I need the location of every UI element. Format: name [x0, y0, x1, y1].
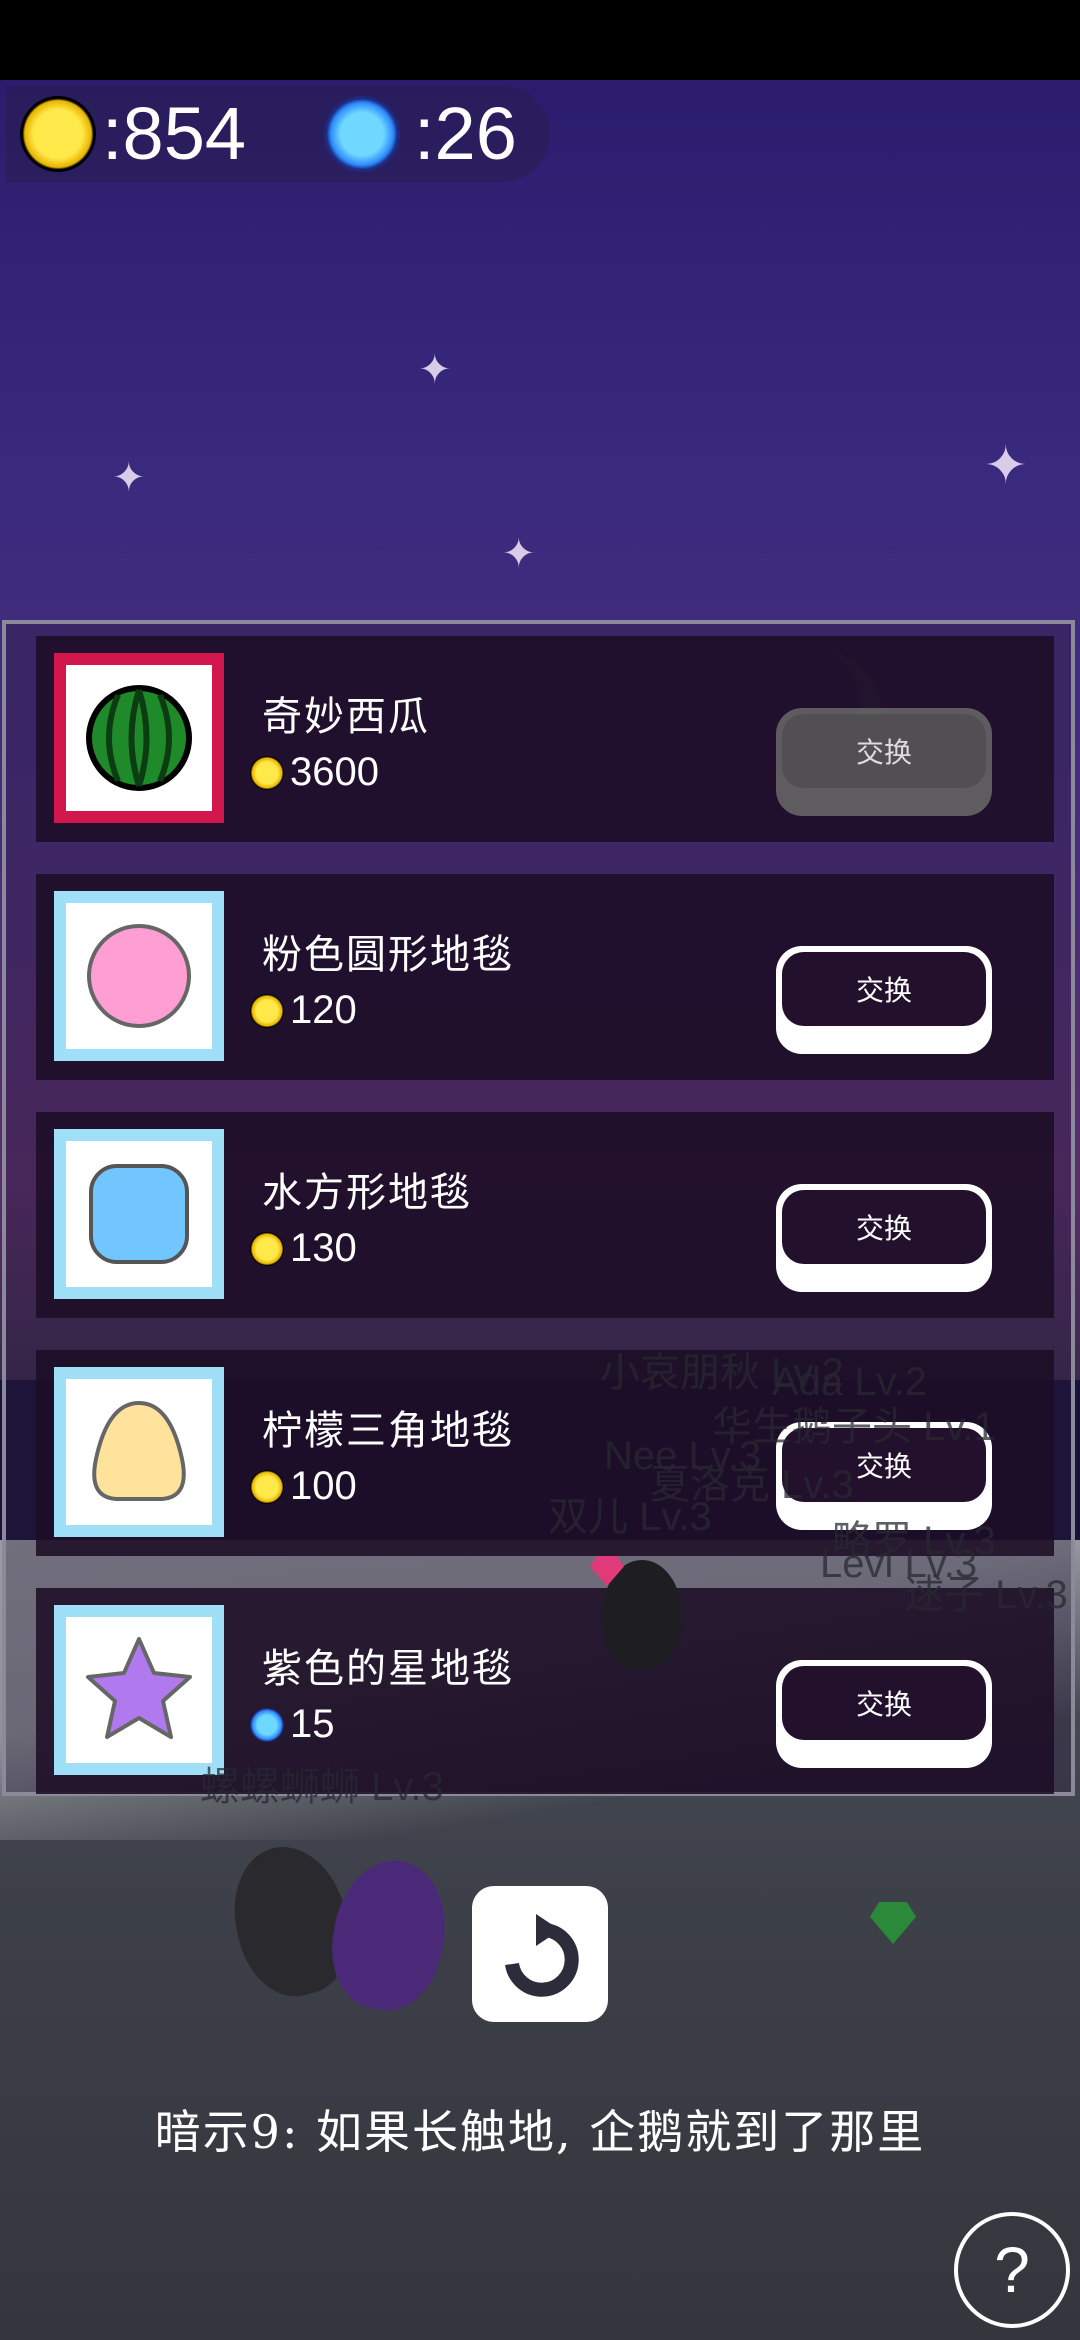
- gold-coin-icon: [250, 755, 284, 790]
- price-value: 120: [290, 988, 357, 1032]
- item-thumbnail[interactable]: [54, 1605, 224, 1775]
- player-level: Lv.3: [995, 1573, 1068, 1617]
- item-thumbnail[interactable]: [54, 1129, 224, 1299]
- player-level: Lv.3: [781, 1463, 854, 1507]
- gold-coin-icon: [250, 993, 284, 1028]
- exchange-button-label: 交换: [782, 1190, 986, 1264]
- help-button[interactable]: ?: [954, 2212, 1070, 2328]
- shop-item: 紫色的星地毯 15 交换: [36, 1588, 1054, 1794]
- item-name: 奇妙西瓜: [262, 694, 430, 740]
- blue-gem-icon: [250, 1707, 284, 1742]
- price-value: 100: [290, 1464, 357, 1508]
- price-value: 15: [290, 1702, 335, 1746]
- shop-item: 粉色圆形地毯 120 交换: [36, 874, 1054, 1080]
- lemon-triangle-rug-icon: [92, 1400, 186, 1501]
- exchange-button[interactable]: 交换: [776, 1660, 992, 1768]
- gold-coin-icon: [250, 1469, 284, 1504]
- refresh-button[interactable]: [472, 1886, 608, 2022]
- exchange-button-label: 交换: [782, 714, 986, 788]
- water-square-rug-icon: [89, 1164, 189, 1264]
- star-decoration: ✦: [418, 347, 452, 393]
- item-price: 3600: [250, 750, 379, 795]
- gold-amount: :854: [102, 92, 247, 175]
- player-tag: 逑子 Lv.3: [904, 1562, 1068, 1620]
- currency-bar: :854 :26: [6, 86, 550, 182]
- item-price: 15: [250, 1702, 335, 1747]
- gold-coin-icon: [250, 1231, 284, 1266]
- player-name: 双儿: [548, 1495, 628, 1539]
- status-bar: [0, 0, 1080, 80]
- pink-circle-rug-icon: [87, 924, 191, 1028]
- item-price: 120: [250, 988, 357, 1033]
- player-level: Lv.1: [923, 1405, 996, 1449]
- watermelon-icon: [86, 685, 192, 791]
- purple-star-rug-icon: [86, 1637, 192, 1739]
- exchange-button-label: 交换: [782, 952, 986, 1026]
- item-thumbnail[interactable]: [54, 1367, 224, 1537]
- item-thumbnail[interactable]: [54, 891, 224, 1061]
- player-name: Levi: [820, 1542, 894, 1586]
- shop-item: 奇妙西瓜 3600 交换: [36, 636, 1054, 842]
- gold-coin-icon: [20, 96, 96, 172]
- exchange-button[interactable]: 交换: [776, 946, 992, 1054]
- player-level: Lv.3: [639, 1495, 712, 1539]
- item-price: 130: [250, 1226, 357, 1271]
- player-name: 小哀朋秋: [600, 1351, 760, 1395]
- player-tag: 双儿 Lv.3: [548, 1484, 712, 1542]
- gem-amount: :26: [414, 92, 517, 175]
- item-name: 粉色圆形地毯: [262, 932, 514, 978]
- item-price: 100: [250, 1464, 357, 1509]
- hint-text: 暗示9: 如果长触地, 企鹅就到了那里: [154, 2105, 926, 2159]
- player-tag: 螺螺蛳蛳 Lv.3: [200, 1754, 444, 1812]
- exchange-button-label: 交换: [782, 1666, 986, 1740]
- exchange-button[interactable]: 交换: [776, 1184, 992, 1292]
- item-name: 紫色的星地毯: [262, 1646, 514, 1692]
- exchange-button[interactable]: 交换: [776, 708, 992, 816]
- item-name: 柠檬三角地毯: [262, 1408, 514, 1454]
- shop-item: 水方形地毯 130 交换: [36, 1112, 1054, 1318]
- player-name: 逑子: [904, 1573, 984, 1617]
- player-level: Lv.3: [371, 1765, 444, 1809]
- price-value: 130: [290, 1226, 357, 1270]
- price-value: 3600: [290, 750, 379, 794]
- star-decoration: ✦: [502, 531, 536, 577]
- star-decoration: ✦: [112, 455, 146, 501]
- refresh-icon: [505, 1914, 579, 1997]
- item-thumbnail[interactable]: [54, 653, 224, 823]
- blue-gem-icon: [324, 96, 400, 172]
- item-name: 水方形地毯: [262, 1170, 472, 1216]
- star-decoration: ✦: [984, 436, 1028, 496]
- player-name: 螺螺蛳蛳: [200, 1765, 360, 1809]
